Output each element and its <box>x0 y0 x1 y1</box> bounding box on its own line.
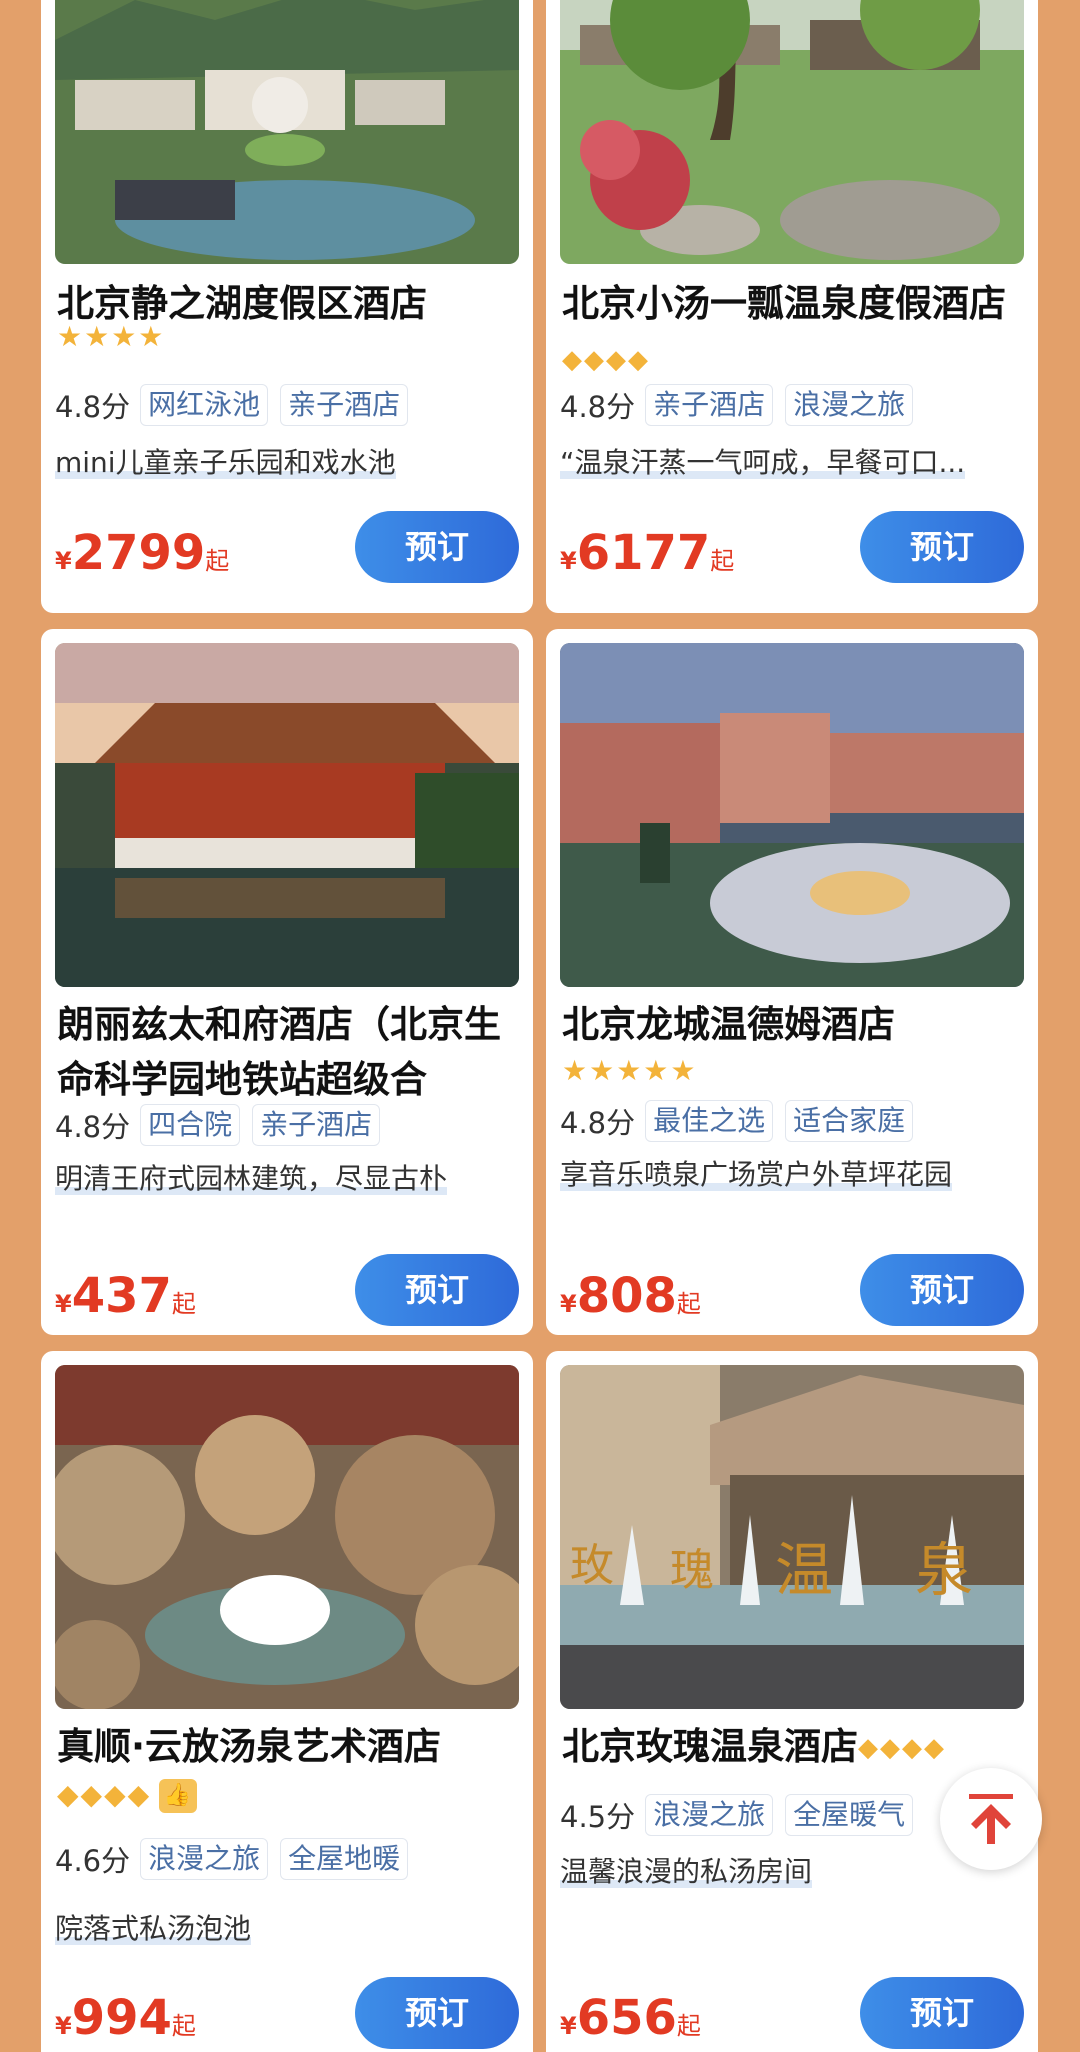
hotel-price: ¥6177起 <box>560 525 735 581</box>
hotel-price: ¥808起 <box>560 1268 701 1324</box>
hotel-name[interactable]: 北京小汤一瓢温泉度假酒店◆◆◆◆ <box>562 276 1024 388</box>
star-rating-icon: ★★★★ <box>57 320 166 353</box>
hotel-photo[interactable] <box>55 0 519 264</box>
thumbs-up-icon: 👍 <box>159 1779 198 1813</box>
hotel-description: mini儿童亲子乐园和戏水池 <box>55 446 396 479</box>
book-button[interactable]: 预订 <box>860 1977 1024 2049</box>
hotel-photo[interactable]: 玫 瑰 温 泉 <box>560 1365 1024 1709</box>
hotel-photo[interactable] <box>55 643 519 987</box>
hotel-name[interactable]: 真顺·云放汤泉艺术酒店 <box>57 1719 519 1774</box>
hotel-tag: 最佳之选 <box>645 1100 774 1142</box>
hotel-tag: 浪漫之旅 <box>140 1838 269 1880</box>
hotel-price: ¥994起 <box>55 1990 196 2046</box>
hotel-tag: 全屋地暖 <box>280 1838 409 1880</box>
hotel-card-longcheng[interactable]: 北京龙城温德姆酒店 ★★★★★ 4.8分 最佳之选 适合家庭 享音乐喷泉广场赏户… <box>546 629 1038 1335</box>
hotel-card-jingzhihu[interactable]: 北京静之湖度假区酒店 ★★★★ 4.8分 网红泳池 亲子酒店 mini儿童亲子乐… <box>41 0 533 613</box>
diamond-rating-icon: ◆◆◆◆ 👍 <box>57 1778 198 1813</box>
hotel-card-zhenshun[interactable]: 真顺·云放汤泉艺术酒店 ◆◆◆◆ 👍 4.6分 浪漫之旅 全屋地暖 院落式私汤泡池… <box>41 1351 533 2052</box>
hotel-tag: 适合家庭 <box>785 1100 914 1142</box>
hotel-card-meigui[interactable]: 玫 瑰 温 泉 北京玫瑰温泉酒店◆◆◆◆ 4.5分 浪漫之旅 全屋暖气 温馨浪漫… <box>546 1351 1038 2052</box>
svg-text:瑰: 瑰 <box>670 1545 714 1596</box>
hotel-tag: 浪漫之旅 <box>645 1794 774 1836</box>
hotel-meta: 4.6分 浪漫之旅 全屋地暖 <box>55 1836 523 1882</box>
svg-text:温: 温 <box>775 1536 833 1604</box>
book-button[interactable]: 预订 <box>355 1977 519 2049</box>
hotel-tag: 浪漫之旅 <box>785 384 914 426</box>
hotel-meta: 4.8分 最佳之选 适合家庭 <box>560 1098 1028 1144</box>
hotel-price: ¥656起 <box>560 1990 701 2046</box>
hotel-score: 4.8分 <box>560 1106 636 1140</box>
hotel-tag: 网红泳池 <box>140 384 269 426</box>
hotel-score: 4.8分 <box>55 390 131 424</box>
hotel-tag: 亲子酒店 <box>645 384 774 426</box>
svg-text:泉: 泉 <box>915 1536 973 1604</box>
hotel-card-langlizi[interactable]: 朗丽兹太和府酒店（北京生命科学园地铁站超级合 4.8分 四合院 亲子酒店 明清王… <box>41 629 533 1335</box>
hotel-description: 院落式私汤泡池 <box>55 1912 252 1945</box>
hotel-name[interactable]: 朗丽兹太和府酒店（北京生命科学园地铁站超级合 <box>57 997 519 1107</box>
book-button[interactable]: 预订 <box>355 511 519 583</box>
star-rating-icon: ★★★★★ <box>562 1054 698 1087</box>
hotel-description: 温馨浪漫的私汤房间 <box>560 1855 813 1888</box>
hotel-meta: 4.8分 四合院 亲子酒店 <box>55 1102 523 1148</box>
back-to-top-button[interactable] <box>940 1768 1042 1870</box>
hotel-meta: 4.8分 亲子酒店 浪漫之旅 <box>560 382 1028 428</box>
hotel-card-xiaotang[interactable]: 北京小汤一瓢温泉度假酒店◆◆◆◆ 4.8分 亲子酒店 浪漫之旅 “温泉汗蒸一气呵… <box>546 0 1038 613</box>
diamond-rating-icon: ◆◆◆◆ <box>562 345 650 375</box>
hotel-score: 4.6分 <box>55 1844 131 1878</box>
hotel-score: 4.8分 <box>560 390 636 424</box>
book-button[interactable]: 预订 <box>860 1254 1024 1326</box>
hotel-meta: 4.8分 网红泳池 亲子酒店 <box>55 382 523 428</box>
hotel-price: ¥437起 <box>55 1268 196 1324</box>
hotel-description: 明清王府式园林建筑，尽显古朴 <box>55 1162 448 1195</box>
hotel-description: “温泉汗蒸一气呵成，早餐可口... <box>560 446 966 479</box>
hotel-name[interactable]: 北京玫瑰温泉酒店◆◆◆◆ <box>562 1719 1024 1776</box>
hotel-tag: 亲子酒店 <box>252 1104 381 1146</box>
hotel-photo[interactable] <box>55 1365 519 1709</box>
hotel-description: 享音乐喷泉广场赏户外草坪花园 <box>560 1158 953 1191</box>
diamond-rating-icon: ◆◆◆◆ <box>858 1733 946 1763</box>
hotel-score: 4.8分 <box>55 1110 131 1144</box>
hotel-photo[interactable] <box>560 643 1024 987</box>
book-button[interactable]: 预订 <box>355 1254 519 1326</box>
hotel-name[interactable]: 北京龙城温德姆酒店 <box>562 997 1024 1052</box>
svg-text:玫: 玫 <box>570 1540 614 1591</box>
hotel-photo[interactable] <box>560 0 1024 264</box>
hotel-tag: 亲子酒店 <box>280 384 409 426</box>
hotel-score: 4.5分 <box>560 1800 636 1834</box>
hotel-price: ¥2799起 <box>55 525 230 581</box>
arrow-up-to-top-icon <box>969 1794 1013 1844</box>
hotel-tag: 四合院 <box>140 1104 241 1146</box>
hotel-tag: 全屋暖气 <box>785 1794 914 1836</box>
book-button[interactable]: 预订 <box>860 511 1024 583</box>
